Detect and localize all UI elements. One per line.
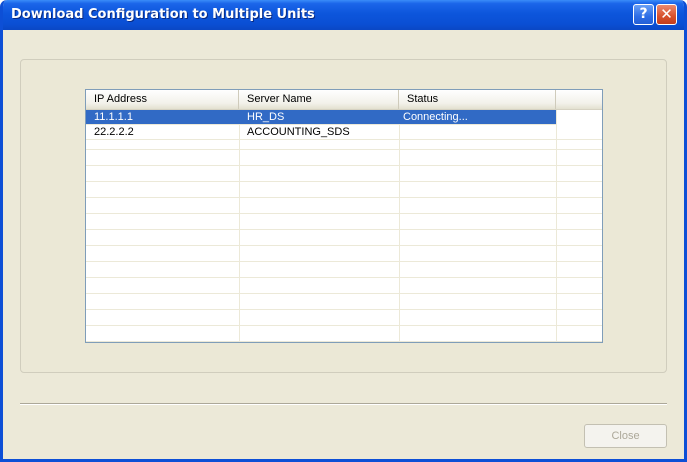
table-row[interactable]: 11.1.1.1 HR_DS Connecting... (86, 110, 556, 125)
footer-separator (20, 403, 667, 405)
empty-row (86, 230, 602, 246)
cell-ip-address: 22.2.2.2 (94, 126, 134, 138)
empty-row (86, 150, 602, 166)
column-header-status[interactable]: Status (399, 90, 556, 109)
cell-status (399, 125, 556, 141)
empty-row (86, 310, 602, 326)
column-header-server-name[interactable]: Server Name (239, 90, 399, 109)
column-header-filler (556, 90, 602, 109)
empty-row (86, 214, 602, 230)
table-row[interactable]: 22.2.2.2 ACCOUNTING_SDS (86, 125, 602, 140)
help-icon: ? (639, 6, 648, 22)
column-header-ip-address[interactable]: IP Address (86, 90, 239, 109)
empty-row (86, 166, 602, 182)
close-icon: ✕ (660, 5, 673, 23)
cell-ip-address: 11.1.1.1 (94, 111, 133, 123)
cell-server-name: HR_DS (247, 111, 285, 123)
units-list[interactable]: IP Address Server Name Status 11.1.1.1 H… (85, 89, 603, 343)
close-button[interactable]: Close (584, 424, 667, 448)
empty-row (86, 278, 602, 294)
empty-row (86, 294, 602, 310)
empty-row (86, 246, 602, 262)
empty-row (86, 326, 602, 342)
window-title: Download Configuration to Multiple Units (11, 7, 315, 22)
empty-row (86, 262, 602, 278)
empty-row (86, 198, 602, 214)
help-button[interactable]: ? (633, 4, 654, 25)
title-close-button[interactable]: ✕ (656, 4, 677, 25)
empty-row (86, 182, 602, 198)
list-header: IP Address Server Name Status (86, 90, 602, 110)
cell-server-name: ACCOUNTING_SDS (247, 126, 350, 138)
cell-status: Connecting... (403, 111, 468, 123)
title-bar[interactable]: Download Configuration to Multiple Units… (3, 0, 684, 30)
